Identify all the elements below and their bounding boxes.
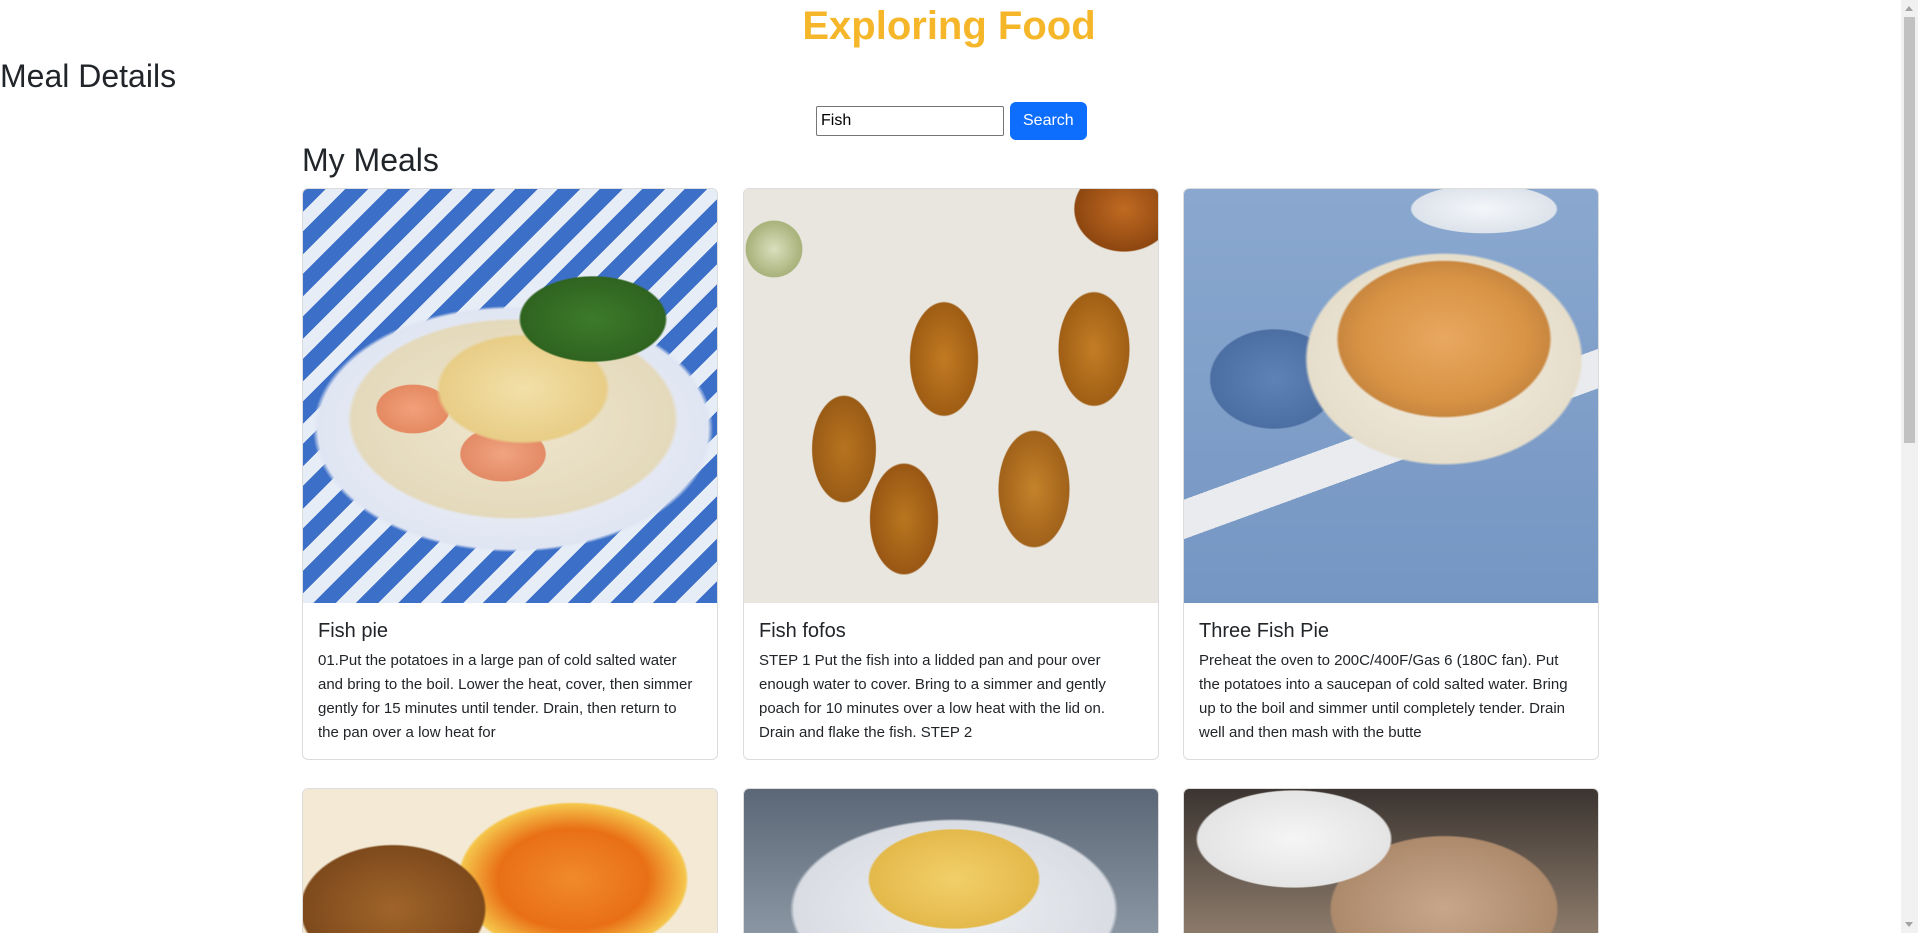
meal-instructions: 01.Put the potatoes in a large pan of co… (318, 652, 693, 741)
my-meals-heading: My Meals (302, 142, 439, 178)
meal-card-three-fish-pie[interactable]: Three Fish Pie Preheat the oven to 200C/… (1183, 188, 1599, 760)
scrollbar-thumb[interactable] (1904, 17, 1915, 443)
meal-image (744, 189, 1158, 603)
meal-title: Three Fish Pie (1199, 620, 1330, 642)
card-body: Fish fofos STEP 1 Put the fish into a li… (744, 603, 1158, 759)
scroll-down-arrow-icon[interactable] (1905, 922, 1913, 927)
meal-card[interactable] (743, 788, 1159, 933)
meal-image (744, 789, 1158, 933)
search-button[interactable]: Search (1010, 102, 1087, 140)
meal-card-fish-pie[interactable]: Fish pie 01.Put the potatoes in a large … (302, 188, 718, 760)
search-bar: Search (816, 102, 1087, 140)
scroll-up-arrow-icon[interactable] (1905, 6, 1913, 11)
search-input[interactable] (816, 106, 1004, 136)
meal-title: Fish pie (318, 620, 389, 642)
meal-card[interactable] (302, 788, 718, 933)
vertical-scrollbar[interactable] (1901, 0, 1918, 933)
meal-image (303, 189, 717, 603)
page: Exploring Food Meal Details Search My Me… (0, 0, 1918, 933)
meal-details-title: Meal Details (0, 58, 177, 94)
meal-image (1184, 789, 1598, 933)
app-title: Exploring Food (802, 4, 1096, 48)
card-body: Fish pie 01.Put the potatoes in a large … (303, 603, 717, 759)
meal-instructions: STEP 1 Put the fish into a lidded pan an… (759, 652, 1106, 741)
card-body: Three Fish Pie Preheat the oven to 200C/… (1184, 603, 1598, 759)
meal-image (303, 789, 717, 933)
meal-title: Fish fofos (759, 620, 846, 642)
meal-card[interactable] (1183, 788, 1599, 933)
meal-image (1184, 189, 1598, 603)
meal-card-fish-fofos[interactable]: Fish fofos STEP 1 Put the fish into a li… (743, 188, 1159, 760)
meal-instructions: Preheat the oven to 200C/400F/Gas 6 (180… (1199, 652, 1568, 741)
